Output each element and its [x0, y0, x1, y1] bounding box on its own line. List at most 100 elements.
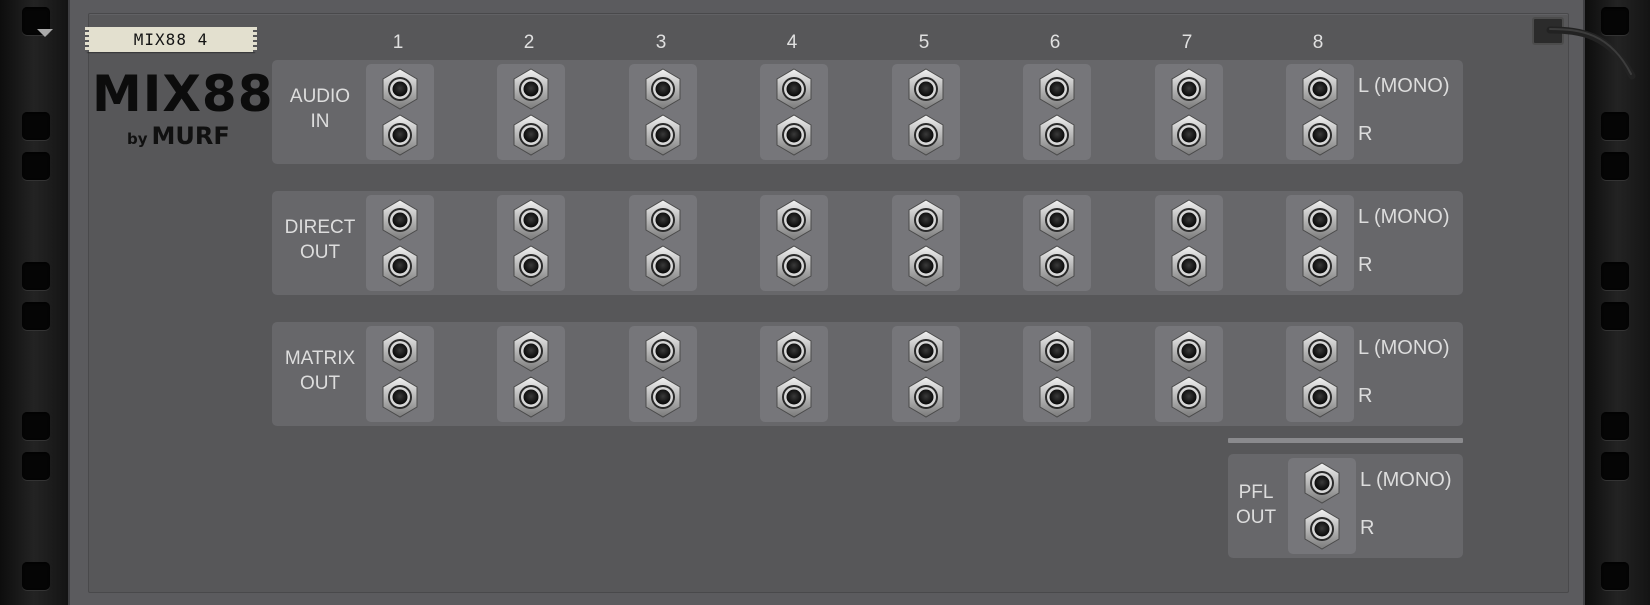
audio-jack-icon[interactable]: [643, 330, 683, 372]
pfl-left-label: L (MONO): [1360, 469, 1452, 491]
audio-jack-icon[interactable]: [643, 68, 683, 110]
audio-in-jack-pad-5: [892, 64, 960, 160]
rack-screw-hole: [22, 112, 50, 140]
maker-byline: by MURF: [127, 122, 230, 150]
audio-jack-icon[interactable]: [1037, 68, 1077, 110]
audio-jack-icon[interactable]: [643, 245, 683, 287]
audio-jack-icon[interactable]: [906, 330, 946, 372]
audio-jack-icon[interactable]: [380, 376, 420, 418]
matrix-out-jack-pad-2: [497, 326, 565, 422]
rack-screw-hole: [22, 562, 50, 590]
column-number: 2: [523, 32, 535, 53]
audio-jack-icon[interactable]: [511, 114, 551, 156]
audio-jack-icon[interactable]: [1169, 114, 1209, 156]
pfl-label-line2: OUT: [1235, 507, 1277, 528]
audio-jack-icon[interactable]: [906, 68, 946, 110]
audio-jack-icon[interactable]: [1169, 68, 1209, 110]
audio-in-label-line2: IN: [310, 111, 330, 132]
direct-out-right-label: R: [1358, 254, 1373, 276]
pfl-label-line1: PFL: [1238, 482, 1274, 503]
pfl-jack-pad: [1288, 458, 1356, 554]
audio-jack-icon[interactable]: [511, 199, 551, 241]
direct-out-jack-pad-5: [892, 195, 960, 291]
direct-out-label-line2: OUT: [299, 242, 341, 263]
audio-jack-icon[interactable]: [1302, 508, 1342, 550]
audio-in-jack-pad-1: [366, 64, 434, 160]
direct-out-jack-pad-6: [1023, 195, 1091, 291]
audio-jack-icon[interactable]: [774, 199, 814, 241]
audio-jack-icon[interactable]: [643, 199, 683, 241]
cable-icon[interactable]: [1540, 14, 1640, 84]
matrix-out-label: MATRIX OUT: [272, 346, 368, 396]
audio-jack-icon[interactable]: [380, 245, 420, 287]
rack-screw-hole: [1601, 562, 1629, 590]
audio-jack-icon[interactable]: [774, 114, 814, 156]
audio-jack-icon[interactable]: [906, 199, 946, 241]
audio-in-jack-pad-7: [1155, 64, 1223, 160]
audio-jack-icon[interactable]: [906, 114, 946, 156]
matrix-out-jack-pad-8: [1286, 326, 1354, 422]
audio-jack-icon[interactable]: [643, 114, 683, 156]
audio-jack-icon[interactable]: [1300, 199, 1340, 241]
rack-screw-hole: [1601, 112, 1629, 140]
audio-jack-icon[interactable]: [1169, 199, 1209, 241]
audio-in-jack-pad-6: [1023, 64, 1091, 160]
audio-jack-icon[interactable]: [511, 376, 551, 418]
audio-jack-icon[interactable]: [774, 330, 814, 372]
audio-jack-icon[interactable]: [906, 245, 946, 287]
column-number: 3: [655, 32, 667, 53]
audio-jack-icon[interactable]: [511, 330, 551, 372]
pfl-right-label: R: [1360, 517, 1375, 539]
pfl-separator: [1228, 438, 1463, 443]
rack-screw-hole: [1601, 302, 1629, 330]
matrix-out-jack-pad-6: [1023, 326, 1091, 422]
audio-jack-icon[interactable]: [906, 376, 946, 418]
rack-screw-hole: [22, 302, 50, 330]
matrix-out-label-line2: OUT: [299, 373, 341, 394]
audio-jack-icon[interactable]: [380, 68, 420, 110]
audio-jack-icon[interactable]: [380, 114, 420, 156]
audio-in-left-label: L (MONO): [1358, 75, 1450, 97]
audio-jack-icon[interactable]: [1169, 330, 1209, 372]
audio-in-jack-pad-2: [497, 64, 565, 160]
audio-jack-icon[interactable]: [774, 376, 814, 418]
direct-out-jack-pad-8: [1286, 195, 1354, 291]
audio-jack-icon[interactable]: [380, 330, 420, 372]
column-number: 5: [918, 32, 930, 53]
column-number: 1: [392, 32, 404, 53]
audio-jack-icon[interactable]: [1300, 68, 1340, 110]
audio-jack-icon[interactable]: [1037, 376, 1077, 418]
fold-arrow-icon[interactable]: [37, 29, 53, 37]
direct-out-jack-pad-4: [760, 195, 828, 291]
audio-jack-icon[interactable]: [380, 199, 420, 241]
audio-jack-icon[interactable]: [774, 68, 814, 110]
device-name-tape[interactable]: MIX88 4: [85, 27, 257, 52]
audio-jack-icon[interactable]: [1169, 245, 1209, 287]
direct-out-jack-pad-3: [629, 195, 697, 291]
column-number: 4: [786, 32, 798, 53]
audio-jack-icon[interactable]: [1300, 330, 1340, 372]
audio-jack-icon[interactable]: [1037, 199, 1077, 241]
audio-jack-icon[interactable]: [1169, 376, 1209, 418]
matrix-out-jack-pad-3: [629, 326, 697, 422]
audio-jack-icon[interactable]: [1300, 114, 1340, 156]
audio-jack-icon[interactable]: [1037, 330, 1077, 372]
audio-jack-icon[interactable]: [1300, 245, 1340, 287]
rack-screw-hole: [22, 452, 50, 480]
audio-jack-icon[interactable]: [1302, 462, 1342, 504]
rack-screw-hole: [1601, 412, 1629, 440]
matrix-out-left-label: L (MONO): [1358, 337, 1450, 359]
matrix-out-label-line1: MATRIX: [284, 348, 356, 369]
audio-jack-icon[interactable]: [643, 376, 683, 418]
audio-jack-icon[interactable]: [511, 68, 551, 110]
audio-in-group: AUDIO IN L (MONO) R: [272, 60, 1463, 164]
audio-jack-icon[interactable]: [511, 245, 551, 287]
audio-in-jack-pad-8: [1286, 64, 1354, 160]
audio-jack-icon[interactable]: [774, 245, 814, 287]
byline-maker: MURF: [151, 122, 230, 150]
audio-jack-icon[interactable]: [1037, 114, 1077, 156]
audio-jack-icon[interactable]: [1300, 376, 1340, 418]
audio-jack-icon[interactable]: [1037, 245, 1077, 287]
rack-screw-hole: [22, 152, 50, 180]
audio-in-right-label: R: [1358, 123, 1373, 145]
